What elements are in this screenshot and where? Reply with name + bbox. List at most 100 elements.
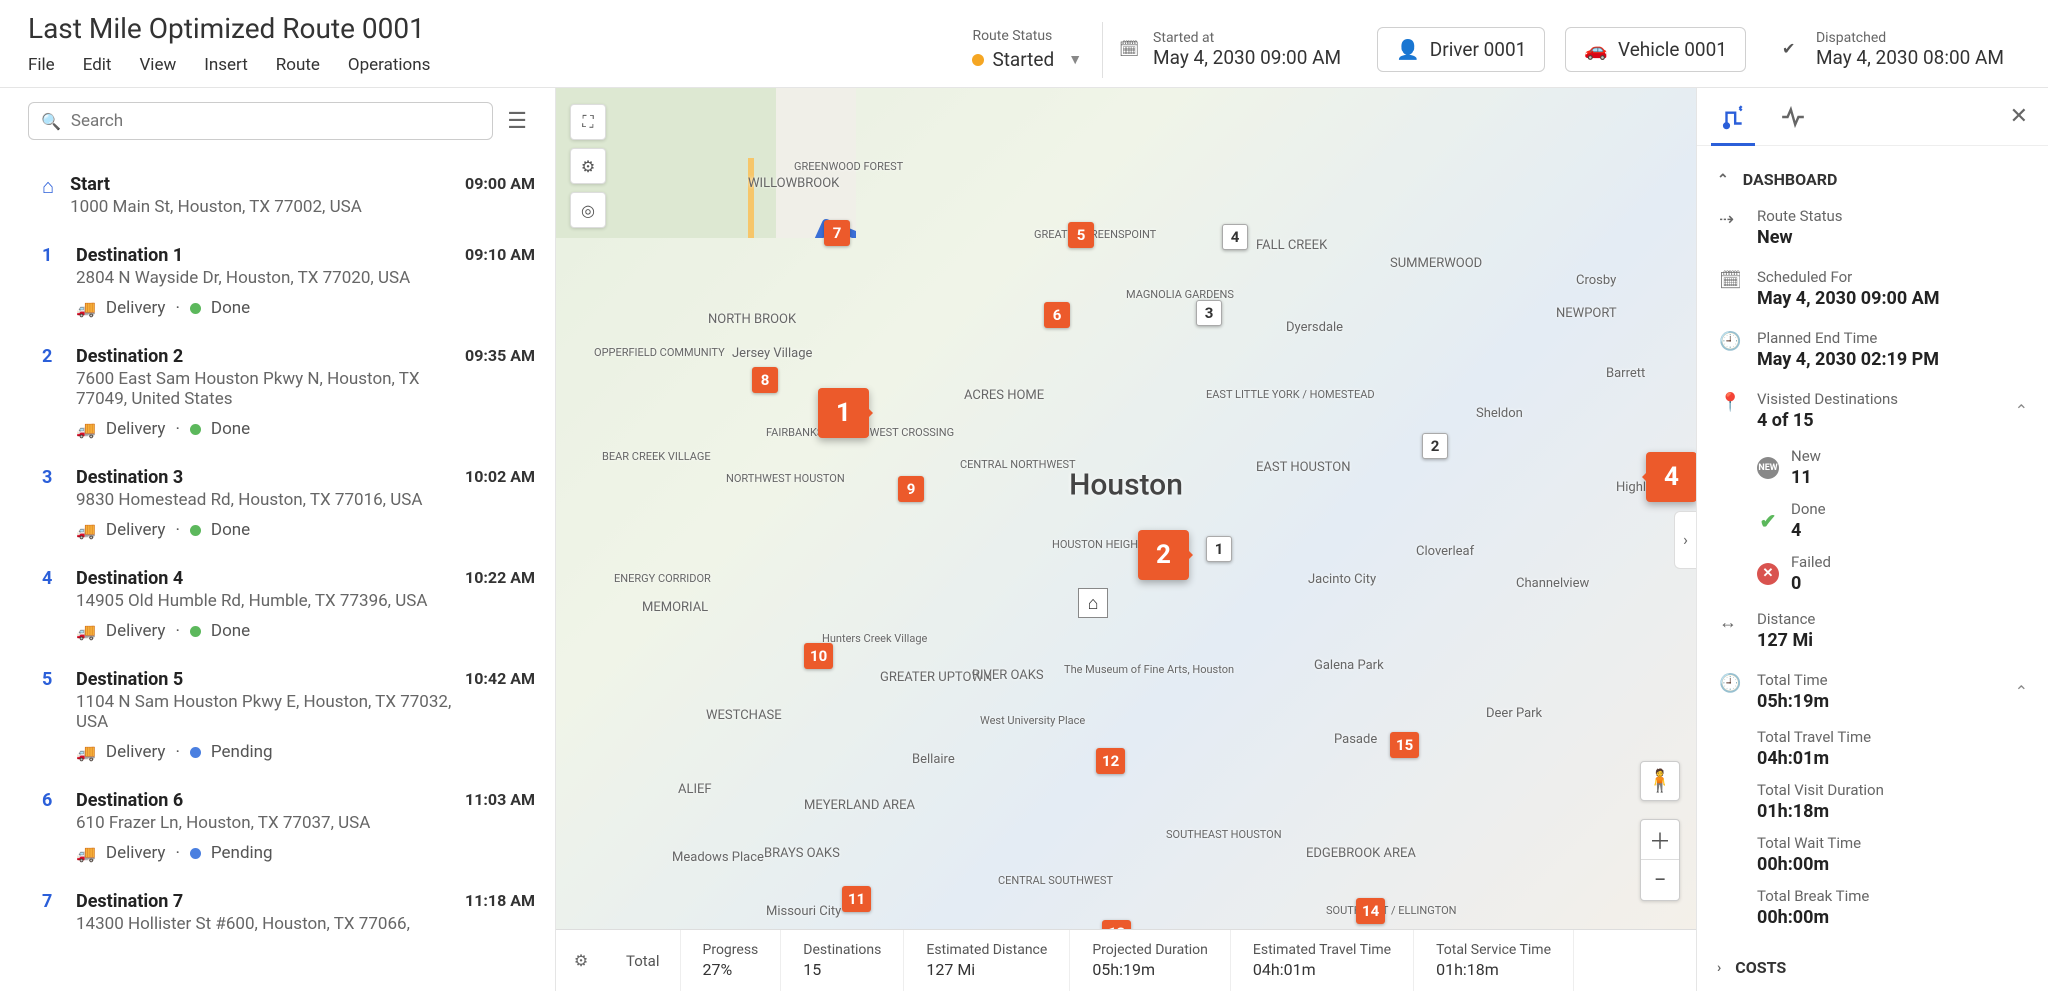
clock-icon: 🕘 (1719, 671, 1743, 694)
chevron-up-icon: ⌃ (1717, 172, 1729, 188)
menu-edit[interactable]: Edit (83, 55, 112, 75)
stop-marker[interactable]: 15 (1390, 732, 1419, 758)
list-item[interactable]: 2 Destination 2 7600 East Sam Houston Pk… (28, 332, 535, 453)
map-label: MEMORIAL (642, 600, 708, 615)
stop-address: 2804 N Wayside Dr, Houston, TX 77020, US… (76, 268, 410, 288)
stop-marker[interactable]: 12 (1096, 748, 1125, 774)
stop-status: 🚚 Delivery · Done (76, 520, 535, 540)
search-icon: 🔍 (41, 112, 61, 131)
dashboard-header[interactable]: ⌃ DASHBOARD (1717, 162, 2028, 197)
home-marker[interactable]: ⌂ (1078, 588, 1108, 618)
status-dot-icon (190, 525, 201, 536)
expand-right-icon[interactable]: › (1674, 511, 1696, 569)
stop-marker[interactable]: 9 (898, 476, 924, 502)
list-item[interactable]: ⌂ Start 1000 Main St, Houston, TX 77002,… (28, 160, 535, 231)
map-label: Hunters Creek Village (822, 632, 927, 645)
map-label: Cloverleaf (1416, 544, 1474, 559)
close-icon[interactable]: ✕ (2010, 104, 2028, 129)
chevron-down-icon[interactable]: ▼ (1068, 51, 1082, 68)
stop-marker[interactable]: 7 (824, 220, 850, 246)
topbar-right: Route Status Started ▼ 🗓 Started at May … (972, 12, 2020, 87)
list-item[interactable]: 1 Destination 1 2804 N Wayside Dr, Houst… (28, 231, 535, 332)
list-item[interactable]: 6 Destination 6 610 Frazer Ln, Houston, … (28, 776, 535, 877)
pegman-icon[interactable]: 🧍 (1640, 761, 1680, 801)
search-wrap[interactable]: 🔍 (28, 102, 493, 140)
right-panel-body[interactable]: ⌃ DASHBOARD ⇢ Route StatusNew🗓 Scheduled… (1697, 146, 2048, 991)
status-dot-icon (190, 848, 201, 859)
menu-file[interactable]: File (28, 55, 55, 75)
metric-cell: Estimated Travel Time04h:01m (1231, 930, 1414, 991)
route-status-block[interactable]: Route Status Started ▼ (972, 28, 1082, 71)
menu-row: File Edit View Insert Route Operations (28, 55, 430, 75)
callout-marker: 4 (1646, 452, 1696, 502)
list-item[interactable]: 4 Destination 4 14905 Old Humble Rd, Hum… (28, 554, 535, 655)
vehicle-button[interactable]: 🚗 Vehicle 0001 (1565, 27, 1746, 72)
status-dot-icon (190, 424, 201, 435)
gear-icon[interactable]: ⚙ (570, 148, 606, 184)
stop-marker[interactable]: 8 (752, 367, 778, 393)
truck-icon: 🚚 (76, 844, 96, 863)
zoom-out-button[interactable]: − (1641, 860, 1679, 900)
list-item[interactable]: 5 Destination 5 1104 N Sam Houston Pkwy … (28, 655, 535, 776)
stop-marker[interactable]: 5 (1068, 222, 1094, 248)
map-label: Jacinto City (1308, 572, 1376, 587)
metric-cell: Destinations15 (781, 930, 904, 991)
fullscreen-icon[interactable]: ⛶ (570, 104, 606, 140)
settings-icon[interactable]: ⚙ (556, 930, 606, 991)
stop-marker[interactable]: 14 (1356, 898, 1385, 924)
menu-operations[interactable]: Operations (348, 55, 431, 75)
chevron-right-icon: › (1717, 960, 1721, 976)
collapse-icon[interactable]: ⌃ (2015, 682, 2028, 701)
map-label: Missouri City (766, 904, 841, 919)
stop-marker[interactable]: 10 (804, 643, 833, 669)
stop-number: 1 (42, 245, 60, 266)
dashboard-visited[interactable]: 📍 Visisted Destinations4 of 15 ⌃ (1719, 380, 2028, 441)
list-item[interactable]: 7 Destination 7 14300 Hollister St #600,… (28, 877, 535, 948)
filter-icon[interactable]: ☰ (507, 109, 527, 134)
map-panel[interactable]: WILLOWBROOKGREENWOOD FORESTGREATER GREEN… (556, 88, 1696, 991)
map-label: Sheldon (1476, 406, 1523, 421)
map-label: Meadows Place (672, 850, 764, 865)
stop-marker[interactable]: 4 (1222, 224, 1248, 250)
menu-view[interactable]: View (139, 55, 176, 75)
dashboard-time[interactable]: 🕘 Total Time05h:19m ⌃ (1719, 661, 2028, 722)
stop-number: 6 (42, 790, 60, 811)
map-label: NORTHWEST HOUSTON (726, 472, 845, 485)
tab-activity-icon[interactable] (1777, 96, 1809, 138)
collapse-icon[interactable]: ⌃ (2015, 401, 2028, 420)
stop-time: 10:22 AM (465, 568, 535, 587)
right-panel: ✕ ⌃ DASHBOARD ⇢ Route StatusNew🗓 Schedul… (1696, 88, 2048, 991)
zoom-in-button[interactable]: ＋ (1641, 820, 1679, 860)
person-icon: 👤 (1396, 38, 1420, 61)
zoom-control: ＋ − (1640, 819, 1680, 901)
stop-marker[interactable]: 1 (1206, 536, 1232, 562)
topbar-left: Last Mile Optimized Route 0001 File Edit… (28, 12, 430, 75)
stop-marker[interactable]: 3 (1196, 300, 1222, 326)
stop-marker[interactable]: 2 (1422, 433, 1448, 459)
map-label: Bellaire (912, 752, 955, 767)
locate-icon[interactable]: ◎ (570, 192, 606, 228)
stop-address: 14300 Hollister St #600, Houston, TX 770… (76, 914, 410, 934)
map-label: BRAYS OAKS (764, 846, 840, 861)
map-label: HOUSTON HEIGHTS (1052, 538, 1151, 551)
costs-header[interactable]: › COSTS (1717, 950, 2028, 985)
list-item[interactable]: 3 Destination 3 9830 Homestead Rd, Houst… (28, 453, 535, 554)
stop-list[interactable]: ⌂ Start 1000 Main St, Houston, TX 77002,… (0, 154, 555, 991)
map-label: WESTCHASE (706, 708, 782, 723)
stop-marker[interactable]: 11 (842, 886, 871, 912)
menu-route[interactable]: Route (276, 55, 320, 75)
sub-item: Total Visit Duration01h:18m (1757, 775, 2028, 828)
stop-address: 1104 N Sam Houston Pkwy E, Houston, TX 7… (76, 692, 465, 732)
stop-title: Destination 7 (76, 891, 410, 912)
driver-button[interactable]: 👤 Driver 0001 (1377, 27, 1545, 72)
right-panel-tabs: ✕ (1697, 88, 2048, 146)
search-input[interactable] (71, 111, 480, 131)
map-label: ENERGY CORRIDOR (614, 572, 711, 585)
stop-marker[interactable]: 6 (1044, 302, 1070, 328)
main: 🔍 ☰ ⌂ Start 1000 Main St, Houston, TX 77… (0, 88, 2048, 991)
menu-insert[interactable]: Insert (204, 55, 248, 75)
x-icon: ✕ (1757, 563, 1779, 585)
new-badge-icon: NEW (1757, 457, 1779, 479)
tab-route-icon[interactable] (1717, 96, 1749, 138)
map-label: Pasade (1334, 732, 1377, 747)
